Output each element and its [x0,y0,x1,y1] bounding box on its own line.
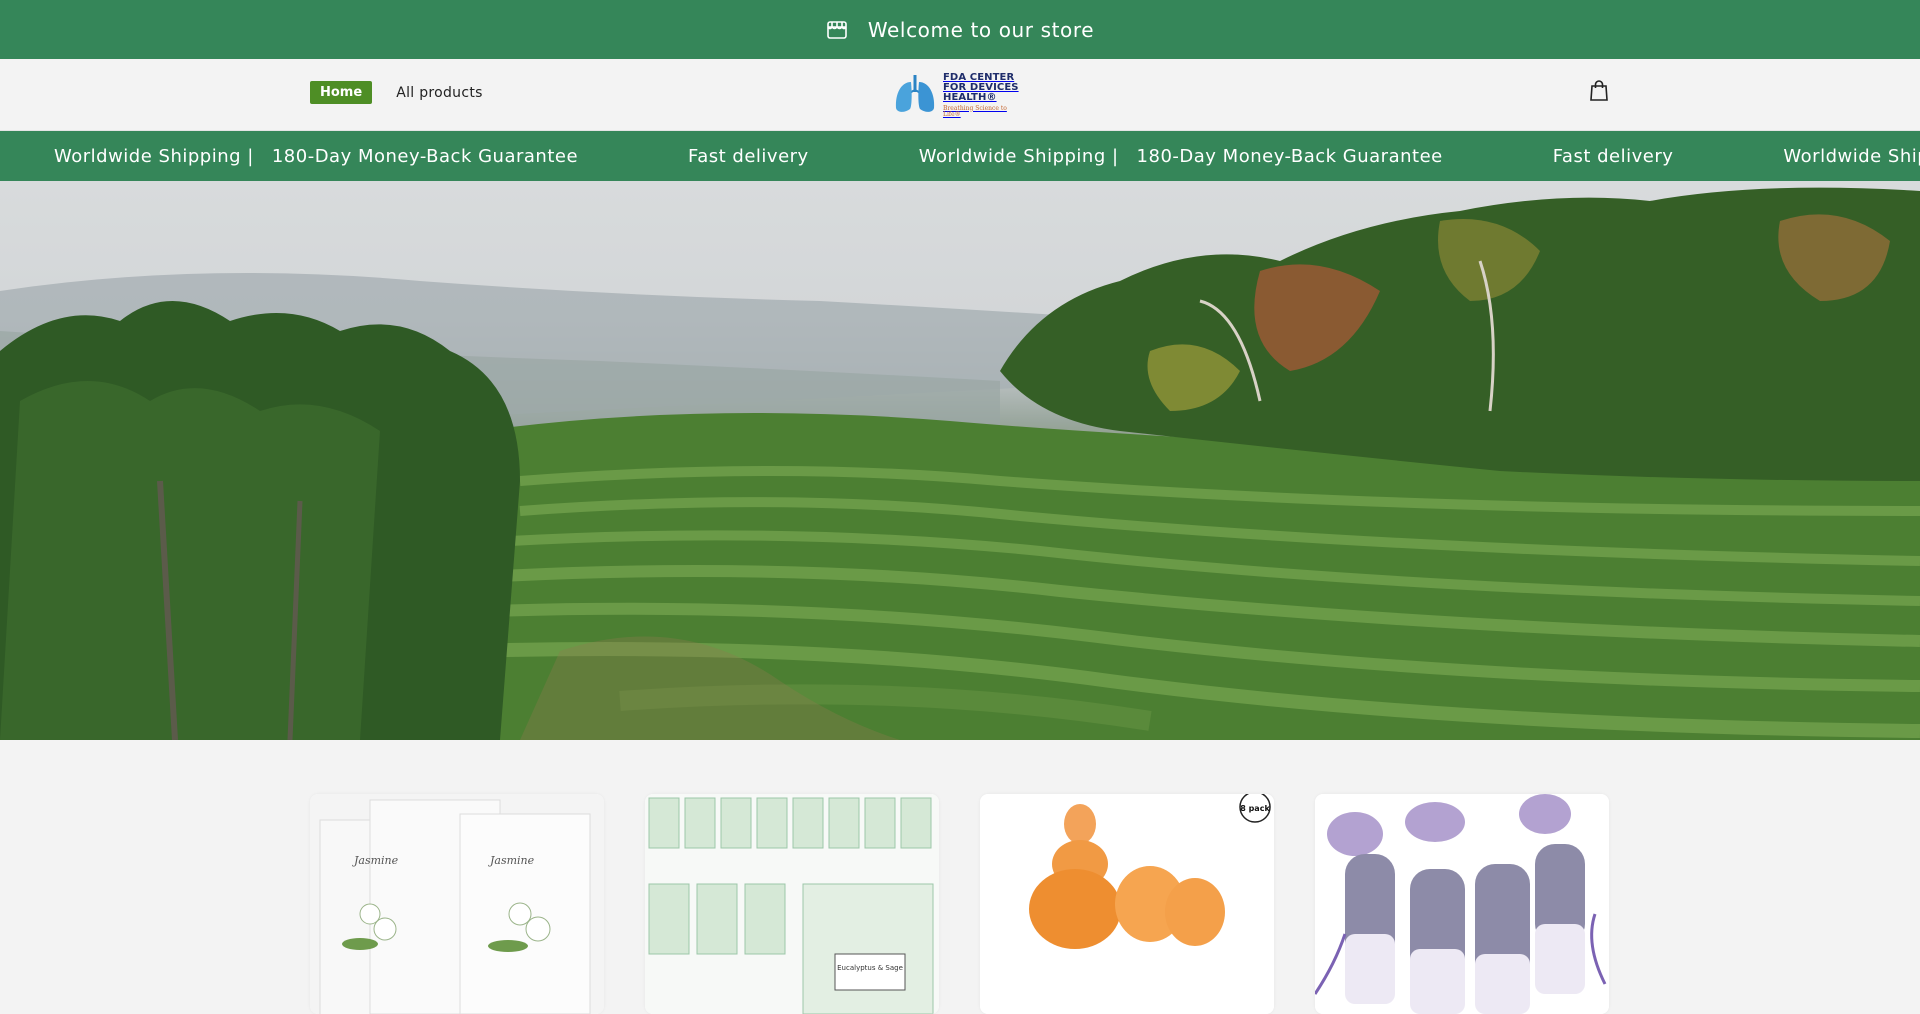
product-image-eucalyptus-sachets: Eucalyptus & Sage [645,794,939,1014]
product-label-text: Eucalyptus & Sage [837,964,903,972]
marquee-item: Worldwide Shipping | [1783,145,1920,167]
announcement-text: Welcome to our store [867,17,1095,42]
logo-line: HEALTH® [943,91,997,103]
marquee-item: 180-Day Money-Back Guarantee [271,145,579,167]
product-image-jasmine-sachet: Jasmine Jasmine [310,794,604,1014]
product-card[interactable]: 8 pack [980,794,1274,1014]
storefront-icon [826,19,848,41]
product-grid: Jasmine Jasmine Eucalyptus & Sage 8 pack [0,740,1920,1014]
marquee-track: Worldwide Shipping | 180-Day Money-Back … [0,146,1920,167]
marquee-item: Fast delivery [1552,145,1674,167]
cart-button[interactable] [1586,80,1612,106]
logo-line: FOR DEVICES [943,81,1019,93]
product-badge-text: 8 pack [1240,804,1270,813]
site-header: Home All products FDA CENTER FOR DEVICES… [0,59,1920,131]
product-label-text: Jasmine [352,854,399,867]
main-nav: Home All products [310,81,483,104]
logo-text: FDA CENTER FOR DEVICES HEALTH® Breathing… [943,71,1019,118]
nav-home-link[interactable]: Home [310,81,373,104]
shopping-bag-icon [1589,80,1609,106]
marquee-item: 180-Day Money-Back Guarantee [1136,145,1443,167]
lungs-icon [893,72,937,118]
product-card[interactable]: Eucalyptus & Sage [645,794,939,1014]
hero-banner-image [0,181,1920,740]
marquee-item: Fast delivery [688,145,809,167]
logo-tagline: Breathing Science to Life® [943,104,1007,118]
promo-marquee: Worldwide Shipping | 180-Day Money-Back … [0,131,1920,181]
logo-line: FDA CENTER [943,71,1015,83]
product-card[interactable]: Jasmine Jasmine [310,794,604,1014]
product-label-text: Jasmine [488,854,535,867]
product-image-lavender-sachets [1315,794,1609,1014]
announcement-bar: Welcome to our store [0,0,1920,59]
product-card[interactable] [1315,794,1609,1014]
nav-all-products-link[interactable]: All products [396,85,483,101]
marquee-item: Worldwide Shipping | [54,145,254,167]
marquee-item: Worldwide Shipping | [918,145,1119,167]
product-image-earplugs: 8 pack [980,794,1274,1014]
store-logo[interactable]: FDA CENTER FOR DEVICES HEALTH® Breathing… [893,70,1019,120]
